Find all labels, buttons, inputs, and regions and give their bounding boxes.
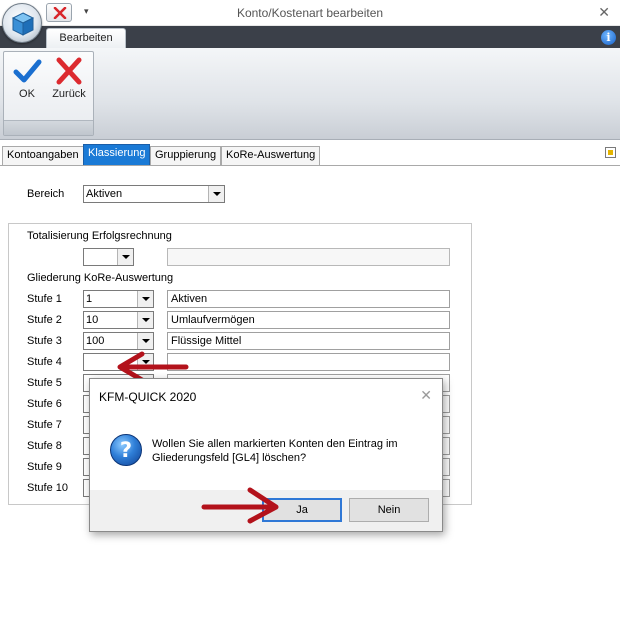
ribbon-panel: OK Zurück [0, 48, 620, 140]
ok-button-label: OK [19, 88, 35, 100]
bereich-select[interactable]: Aktiven [83, 185, 225, 203]
red-x-icon [56, 57, 82, 85]
stufe-code-value: 100 [86, 335, 105, 347]
checkmark-icon [13, 59, 42, 83]
dialog-close-button[interactable]: ✕ [420, 387, 432, 404]
page-tab-strip: Kontoangaben Klassierung Gruppierung KoR… [0, 142, 620, 166]
stufe-label: Stufe 2 [27, 314, 62, 326]
chevron-down-icon[interactable] [137, 291, 153, 307]
stufe-label: Stufe 1 [27, 293, 62, 305]
tab-klassierung[interactable]: Klassierung [83, 144, 151, 165]
totalisierung-label: Totalisierung Erfolgsrechnung [27, 230, 172, 242]
chevron-down-icon[interactable] [208, 186, 224, 202]
pin-icon[interactable] [605, 147, 616, 158]
dialog-message-line: Gliederungsfeld [GL4] löschen? [152, 452, 307, 464]
window-close-button[interactable]: ✕ [598, 4, 610, 21]
bereich-label: Bereich [27, 188, 65, 200]
stufe-label: Stufe 6 [27, 398, 62, 410]
stufe-label: Stufe 7 [27, 419, 62, 431]
back-button-label: Zurück [52, 88, 86, 100]
chevron-down-icon[interactable] [137, 312, 153, 328]
totalisierung-text-field [167, 248, 450, 266]
question-icon: ? [110, 434, 142, 466]
ok-button[interactable]: OK [6, 56, 48, 114]
stufe-label: Stufe 8 [27, 440, 62, 452]
no-button[interactable]: Nein [349, 498, 429, 522]
stufe-label: Stufe 5 [27, 377, 62, 389]
stufe-4-code-select[interactable] [83, 353, 154, 371]
ribbon-group-actions: OK Zurück [3, 51, 94, 136]
tab-kore-auswertung[interactable]: KoRe-Auswertung [221, 146, 321, 165]
info-icon[interactable]: i [601, 30, 616, 45]
bereich-value: Aktiven [86, 188, 123, 200]
stufe-label: Stufe 9 [27, 461, 62, 473]
stufe-1-code-select[interactable]: 1 [83, 290, 154, 308]
stufe-code-value: 1 [86, 293, 93, 305]
dialog-message-line: Wollen Sie allen markierten Konten den E… [152, 438, 398, 450]
gliederung-label: Gliederung KoRe-Auswertung [27, 272, 174, 284]
stufe-label: Stufe 4 [27, 356, 62, 368]
totalisierung-code-select[interactable] [83, 248, 134, 266]
ribbon-tab-bearbeiten[interactable]: Bearbeiten [46, 28, 126, 48]
chevron-down-icon[interactable] [117, 249, 133, 265]
stufe-label: Stufe 3 [27, 335, 62, 347]
ribbon-group-footer [4, 120, 93, 135]
app-cube-icon [11, 12, 35, 36]
stufe-3-text-field[interactable]: Flüssige Mittel [167, 332, 450, 350]
chevron-down-icon[interactable] [137, 333, 153, 349]
stufe-2-code-select[interactable]: 10 [83, 311, 154, 329]
stufe-1-text-field[interactable]: Aktiven [167, 290, 450, 308]
stufe-3-code-select[interactable]: 100 [83, 332, 154, 350]
chevron-down-icon[interactable] [137, 354, 153, 370]
tab-gruppierung[interactable]: Gruppierung [150, 146, 222, 165]
stufe-code-value: 10 [86, 314, 99, 326]
dialog-message: Wollen Sie allen markierten Konten den E… [152, 437, 432, 465]
title-bar: ▾ Konto/Kostenart bearbeiten ✕ [0, 0, 620, 26]
stufe-2-text-field[interactable]: Umlaufvermögen [167, 311, 450, 329]
tab-kontoangaben[interactable]: Kontoangaben [2, 146, 84, 165]
back-button[interactable]: Zurück [48, 56, 90, 114]
app-menu-button[interactable] [2, 3, 42, 43]
stufe-label: Stufe 10 [27, 482, 68, 494]
dialog-title: KFM-QUICK 2020 [99, 390, 197, 404]
confirm-dialog: KFM-QUICK 2020 ✕ ? Wollen Sie allen mark… [89, 378, 443, 532]
stufe-4-text-field[interactable] [167, 353, 450, 371]
ribbon-tab-strip: Bearbeiten [0, 26, 620, 48]
window-title: Konto/Kostenart bearbeiten [236, 6, 384, 20]
yes-button[interactable]: Ja [262, 498, 342, 522]
